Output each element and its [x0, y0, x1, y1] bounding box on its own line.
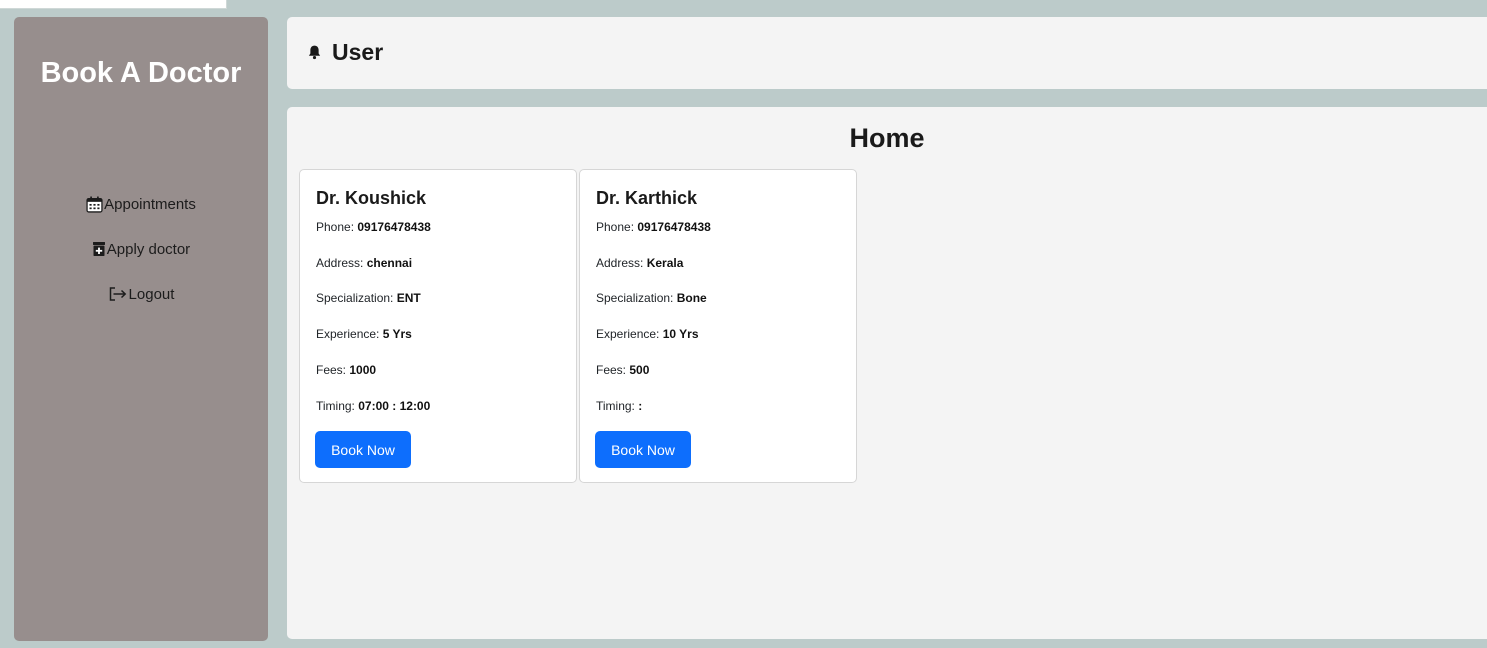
doctor-name: Dr. Koushick: [316, 188, 427, 208]
doctor-fees: Fees: 1000: [316, 363, 376, 377]
field-value: :: [638, 399, 643, 413]
field-value: 1000: [349, 363, 377, 377]
doctor-timing: Timing: 07:00 : 12:00: [316, 399, 430, 413]
user-label: User: [332, 39, 384, 65]
field-label: Experience:: [316, 327, 383, 341]
user-indicator: User: [307, 39, 383, 66]
sidebar-item-apply-doctor[interactable]: Apply doctor: [14, 238, 268, 260]
field-label: Address:: [316, 256, 367, 270]
field-label: Experience:: [596, 327, 663, 341]
field-value: 5 Yrs: [382, 327, 412, 341]
logout-icon: [108, 286, 129, 302]
field-value: chennai: [366, 256, 413, 270]
doctor-card: Dr. Koushick Phone: 09176478438 Address:…: [299, 169, 577, 483]
book-now-button[interactable]: Book Now: [595, 431, 691, 468]
doctor-card: Dr. Karthick Phone: 09176478438 Address:…: [579, 169, 857, 483]
field-label: Specialization:: [316, 291, 397, 305]
field-label: Phone:: [596, 220, 638, 234]
doctor-timing: Timing: :: [596, 399, 642, 413]
field-value: 500: [629, 363, 650, 377]
main-panel: Home Dr. Koushick Phone: 09176478438 Add…: [287, 107, 1487, 639]
sidebar-item-logout[interactable]: Logout: [14, 283, 268, 305]
sidebar-item-label: Appointments: [104, 195, 196, 213]
field-label: Timing:: [596, 399, 639, 413]
field-value: 09176478438: [357, 220, 431, 234]
field-value: ENT: [396, 291, 421, 305]
bell-icon[interactable]: [307, 39, 332, 66]
doctor-specialization: Specialization: Bone: [596, 291, 707, 305]
doctor-phone: Phone: 09176478438: [596, 220, 711, 234]
doctor-name: Dr. Karthick: [596, 188, 698, 208]
calendar-icon: [86, 196, 104, 213]
field-label: Specialization:: [596, 291, 677, 305]
window-top-strip: [0, 0, 227, 9]
field-label: Phone:: [316, 220, 358, 234]
sidebar-item-label: Logout: [128, 285, 175, 303]
field-value: 07:00 : 12:00: [358, 399, 431, 413]
field-label: Address:: [596, 256, 647, 270]
sidebar-item-appointments[interactable]: Appointments: [14, 193, 268, 215]
medical-file-icon: [92, 241, 107, 257]
doctor-experience: Experience: 5 Yrs: [316, 327, 412, 341]
top-header: User: [287, 17, 1487, 89]
field-value: 10 Yrs: [662, 327, 699, 341]
field-value: Bone: [676, 291, 707, 305]
sidebar: Book A Doctor Appointments Apply doctor …: [14, 17, 268, 641]
doctor-address: Address: chennai: [316, 256, 412, 270]
doctor-experience: Experience: 10 Yrs: [596, 327, 699, 341]
field-value: Kerala: [646, 256, 684, 270]
doctor-fees: Fees: 500: [596, 363, 649, 377]
field-label: Fees:: [596, 363, 630, 377]
doctor-specialization: Specialization: ENT: [316, 291, 421, 305]
sidebar-nav: Appointments Apply doctor Logout: [14, 193, 268, 328]
doctor-address: Address: Kerala: [596, 256, 683, 270]
sidebar-item-label: Apply doctor: [106, 240, 191, 258]
brand-title: Book A Doctor: [40, 57, 242, 89]
book-now-button[interactable]: Book Now: [315, 431, 411, 468]
field-label: Timing:: [316, 399, 359, 413]
field-label: Fees:: [316, 363, 350, 377]
page-title: Home: [849, 123, 925, 153]
field-value: 09176478438: [637, 220, 711, 234]
doctor-phone: Phone: 09176478438: [316, 220, 431, 234]
